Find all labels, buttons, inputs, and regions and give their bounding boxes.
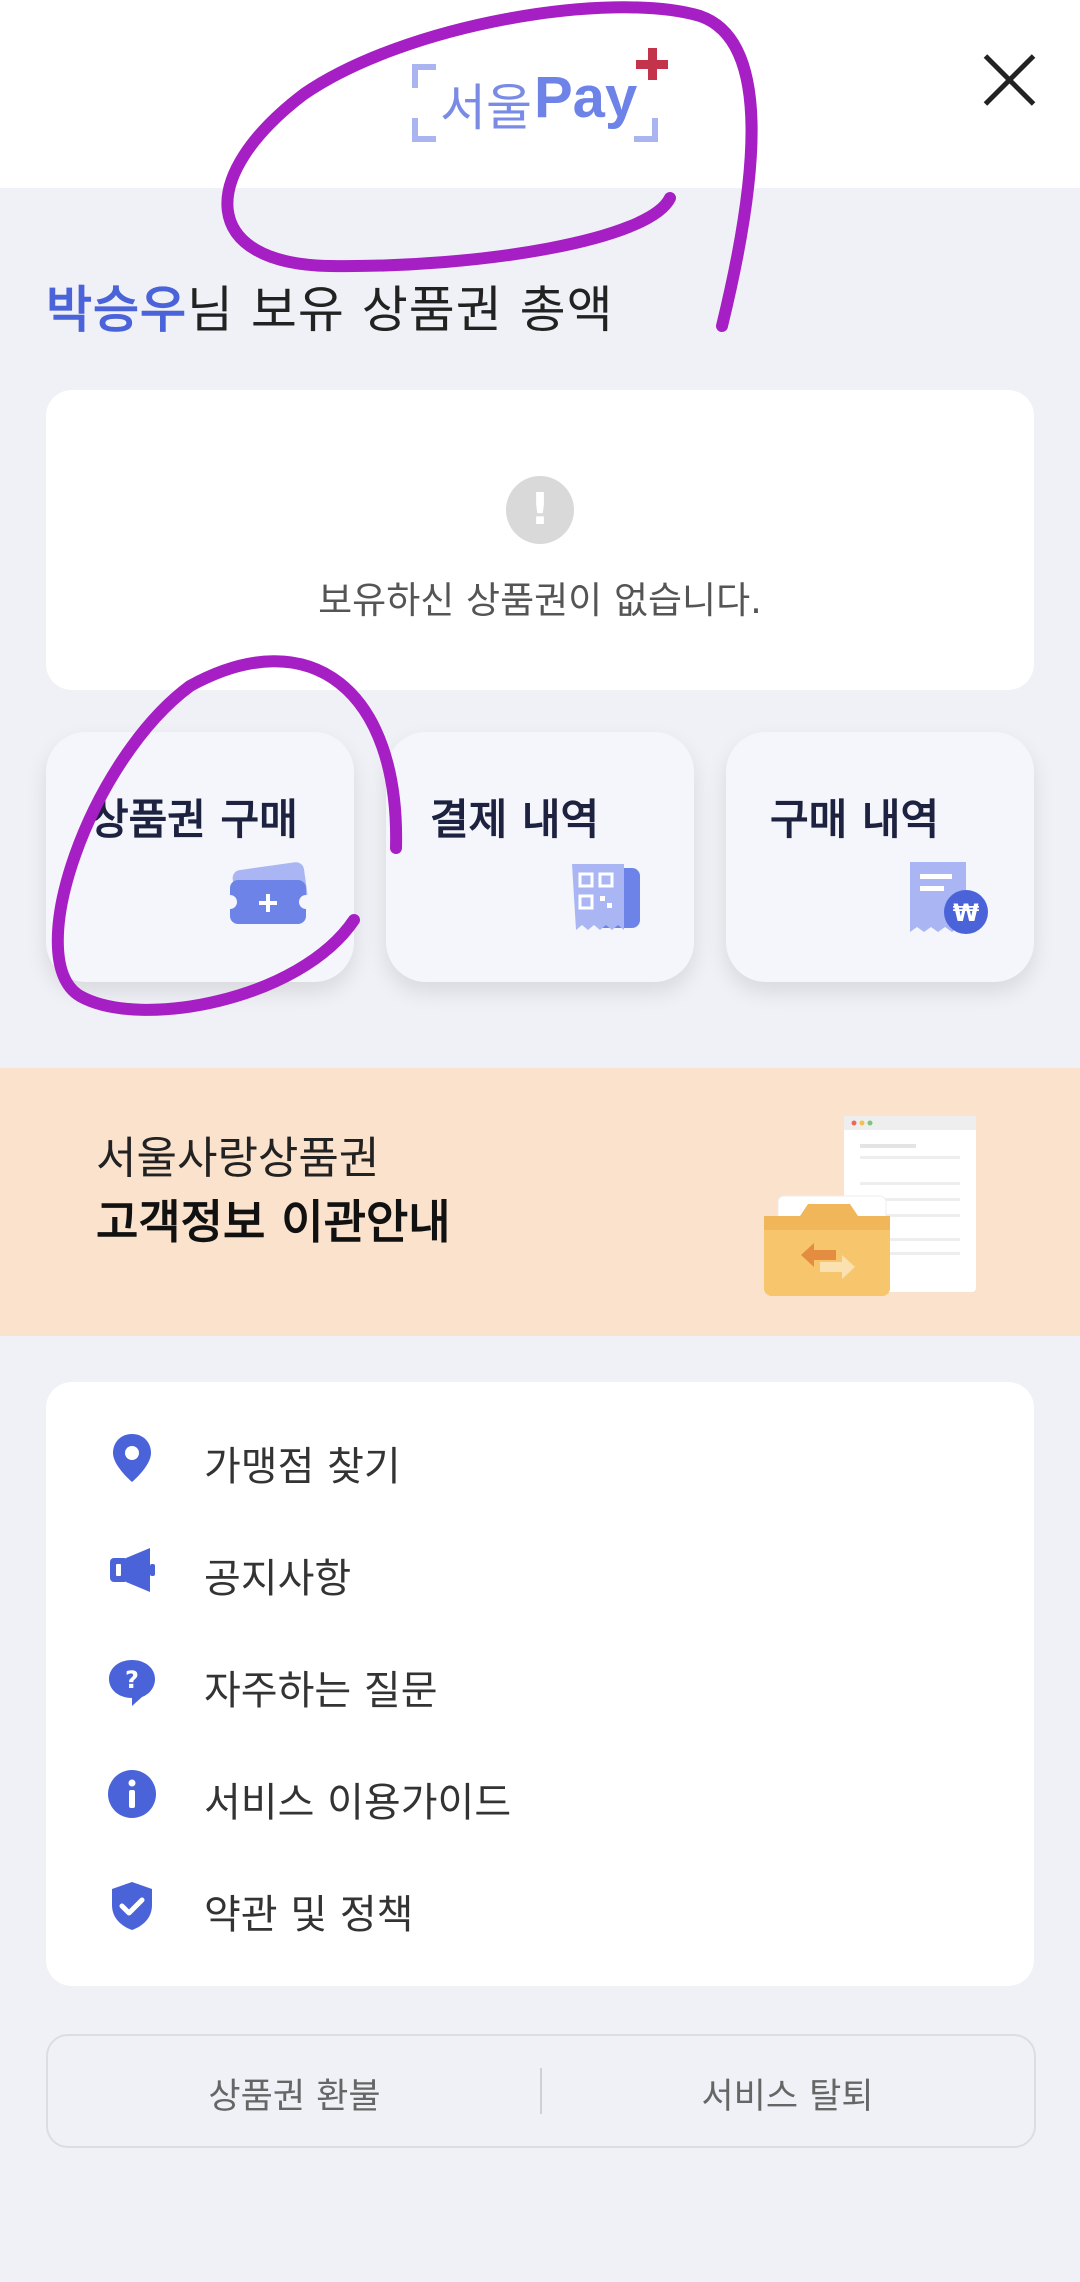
purchase-history-label: 구매 내역	[770, 795, 940, 844]
payment-history-button[interactable]: 결제 내역	[386, 732, 694, 982]
map-pin-icon	[113, 1434, 151, 1482]
buy-voucher-label: 상품권 구매	[90, 795, 298, 844]
page-title: 박승우님 보유 상품권 총액	[46, 270, 614, 342]
info-icon	[108, 1770, 156, 1818]
menu-label-service-guide: 서비스 이용가이드	[204, 1780, 512, 1826]
plus-icon	[636, 48, 668, 80]
app-header: 서울 Pay	[0, 0, 1080, 188]
alert-icon: !	[506, 476, 574, 544]
payment-history-label: 결제 내역	[430, 795, 600, 844]
title-suffix: 님 보유 상품권 총액	[187, 281, 614, 339]
menu-label-store-finder: 가맹점 찾기	[204, 1444, 401, 1490]
menu-item-store-finder[interactable]: 가맹점 찾기	[46, 1408, 1034, 1508]
withdraw-service-link[interactable]: 서비스 탈퇴	[541, 2068, 1034, 2119]
question-bubble-icon: ?	[109, 1660, 155, 1706]
shield-check-icon	[112, 1882, 152, 1930]
banner-line2: 고객정보 이관안내	[96, 1195, 451, 1249]
logo-text-en: Pay	[534, 65, 638, 130]
menu-label-notice: 공지사항	[204, 1556, 352, 1602]
footer-links: 상품권 환불 서비스 탈퇴	[46, 2034, 1036, 2148]
menu-label-faq: 자주하는 질문	[204, 1668, 438, 1714]
customer-info-transfer-banner[interactable]: 서울사랑상품권 고객정보 이관안내	[0, 1068, 1080, 1336]
menu-item-notice[interactable]: 공지사항	[46, 1520, 1034, 1620]
close-button[interactable]	[980, 50, 1040, 110]
folder-transfer-illustration	[764, 1116, 976, 1296]
banner-line1: 서울사랑상품권	[96, 1133, 380, 1184]
megaphone-icon	[110, 1548, 155, 1592]
won-receipt-icon: ₩	[910, 862, 988, 934]
ticket-plus-icon	[224, 862, 313, 924]
buy-voucher-button[interactable]: 상품권 구매	[46, 732, 354, 982]
balance-card: ! 보유하신 상품권이 없습니다.	[46, 390, 1034, 690]
menu-label-terms: 약관 및 정책	[204, 1892, 414, 1938]
seoul-pay-logo: 서울 Pay	[412, 48, 668, 146]
qr-receipt-icon	[572, 864, 640, 930]
svg-text:₩: ₩	[953, 899, 980, 927]
empty-balance-text: 보유하신 상품권이 없습니다.	[318, 579, 762, 622]
refund-voucher-link[interactable]: 상품권 환불	[48, 2068, 541, 2119]
svg-text:?: ?	[125, 1666, 139, 1694]
menu-item-terms[interactable]: 약관 및 정책	[46, 1856, 1034, 1956]
purchase-history-button[interactable]: 구매 내역 ₩	[726, 732, 1034, 982]
logo-text-kr: 서울	[440, 79, 532, 137]
menu-item-faq[interactable]: ? 자주하는 질문	[46, 1632, 1034, 1732]
menu-item-service-guide[interactable]: 서비스 이용가이드	[46, 1744, 1034, 1844]
menu-card: 가맹점 찾기 공지사항 ? 자주하는 질문 서비스 이용가이드 약관 및 정책	[46, 1382, 1034, 1986]
user-name: 박승우	[46, 281, 187, 339]
